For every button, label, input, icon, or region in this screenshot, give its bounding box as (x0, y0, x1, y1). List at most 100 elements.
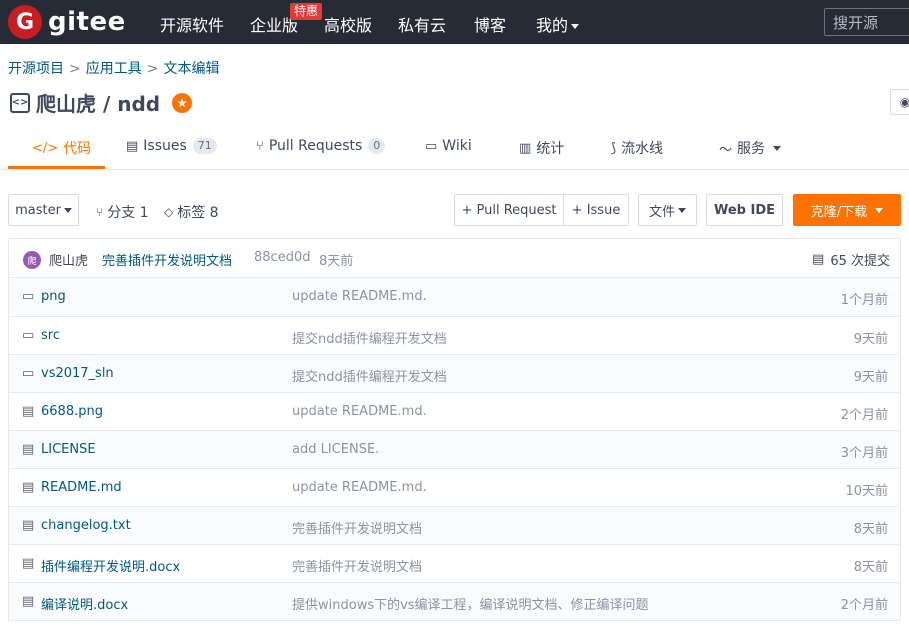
file-menu-button[interactable]: 文件 (638, 194, 697, 226)
table-row[interactable]: ▤ changelog.txt 完善插件开发说明文档 8天前 (9, 506, 900, 544)
file-commit-message[interactable]: 完善插件开发说明文档 (292, 518, 422, 537)
file-commit-message[interactable]: update README.md. (292, 480, 427, 495)
file-name[interactable]: png (41, 289, 66, 304)
table-row[interactable]: ▤ 6688.png update README.md. 2个月前 (9, 392, 900, 430)
latest-commit-bar: 爬 爬山虎 完善插件开发说明文档 88ced0d 8天前 ▤ 65 次提交 (8, 238, 901, 278)
file-name[interactable]: README.md (41, 480, 122, 495)
file-time: 2个月前 (840, 598, 888, 613)
stats-icon: ▥ (519, 140, 532, 156)
branch-select-label: master (15, 202, 61, 218)
file-commit-message[interactable]: add LICENSE. (292, 442, 379, 457)
avatar[interactable]: 爬 (23, 251, 41, 269)
breadcrumb-item-app-tools[interactable]: 应用工具 (86, 61, 142, 77)
tag-icon: ◇ (164, 205, 174, 219)
table-row[interactable]: ▤ 插件编程开发说明.docx 完善插件开发说明文档 8天前 (9, 544, 900, 582)
eye-icon: ◉ (899, 95, 909, 109)
new-issue-button[interactable]: + Issue (563, 194, 629, 226)
nav-open-source[interactable]: 开源软件 (160, 12, 224, 36)
issues-count-badge: 71 (192, 138, 217, 154)
tab-issues[interactable]: ▤ Issues 71 (126, 138, 217, 154)
file-commit-message[interactable]: 提交ndd插件编程开发文档 (292, 328, 447, 347)
commit-count-label: 65 次提交 (830, 254, 890, 269)
file-name[interactable]: 插件编程开发说明.docx (41, 556, 180, 575)
tab-pipeline-label: 流水线 (621, 141, 664, 157)
folder-icon: ▭ (22, 289, 35, 304)
commit-time: 8天前 (319, 254, 354, 269)
tags-link[interactable]: ◇ 标签 8 (164, 202, 219, 222)
service-icon: 〜 (719, 142, 733, 158)
top-nav: G gitee 开源软件 企业版 特惠 高校版 私有云 博客 我的 搜开源 (0, 0, 909, 44)
file-icon: ▤ (22, 556, 35, 571)
tab-pipeline[interactable]: ⟆ 流水线 (611, 138, 663, 158)
wiki-icon: ▭ (425, 138, 438, 154)
table-row[interactable]: ▭ png update README.md. 1个月前 (9, 278, 900, 316)
tab-service[interactable]: 〜服务 (719, 138, 782, 158)
file-list: ▭ png update README.md. 1个月前 ▭ src 提交ndd插件编程开发… (8, 278, 901, 621)
breadcrumb-item-text-editing[interactable]: 文本编辑 (163, 61, 219, 77)
tags-label-text: 标签 8 (177, 205, 219, 221)
award-icon[interactable]: ★ (172, 92, 193, 113)
folder-icon: ▭ (22, 366, 35, 381)
clone-download-button[interactable]: 克隆/下载 (793, 194, 901, 226)
tab-stats-label: 统计 (536, 141, 565, 157)
code-icon: </> (32, 140, 59, 156)
gitee-logo[interactable]: G gitee (8, 5, 126, 39)
chevron-down-icon (773, 145, 782, 151)
file-name[interactable]: LICENSE (41, 442, 96, 457)
tab-pull-requests[interactable]: ⑂ Pull Requests 0 (256, 138, 386, 154)
table-row[interactable]: ▭ src 提交ndd插件编程开发文档 9天前 (9, 316, 900, 354)
branch-select[interactable]: master (8, 194, 79, 226)
file-commit-message[interactable]: 完善插件开发说明文档 (292, 556, 422, 575)
commit-sha[interactable]: 88ced0d (254, 250, 310, 265)
nav-mine[interactable]: 我的 (536, 12, 580, 36)
pipeline-icon: ⟆ (611, 140, 617, 156)
table-row[interactable]: ▤ README.md update README.md. 10天前 (9, 468, 900, 506)
active-tab-indicator (8, 166, 105, 169)
pull-request-icon: ⑂ (256, 138, 264, 154)
tab-service-label: 服务 (737, 141, 766, 157)
table-row[interactable]: ▤ LICENSE add LICENSE. 3个月前 (9, 430, 900, 468)
nav-education[interactable]: 高校版 (324, 12, 372, 36)
web-ide-button[interactable]: Web IDE (706, 194, 783, 226)
file-icon: ▤ (22, 404, 35, 419)
file-icon: ▤ (22, 480, 35, 495)
commit-history-icon: ▤ (812, 252, 825, 267)
file-name[interactable]: 6688.png (41, 404, 103, 419)
file-time: 1个月前 (840, 293, 888, 308)
table-row[interactable]: ▤ 编译说明.docx 提供windows下的vs编译工程，编译说明文档、修正编译问… (9, 582, 900, 620)
file-icon: ▤ (22, 518, 35, 533)
file-name[interactable]: 编译说明.docx (41, 594, 128, 613)
file-name[interactable]: changelog.txt (41, 518, 131, 533)
commit-author[interactable]: 爬山虎 (49, 250, 88, 269)
table-row[interactable]: ▭ vs2017_sln 提交ndd插件编程开发文档 9天前 (9, 354, 900, 392)
search-input[interactable]: 搜开源 (824, 8, 909, 36)
file-menu-label: 文件 (648, 204, 675, 220)
chevron-down-icon (571, 24, 580, 29)
file-time: 8天前 (853, 522, 888, 537)
new-pull-request-button[interactable]: + Pull Request (454, 194, 564, 226)
file-name[interactable]: vs2017_sln (41, 366, 114, 381)
breadcrumb-separator: > (146, 61, 159, 77)
watch-button[interactable]: ◉ (890, 89, 909, 115)
file-time: 3个月前 (840, 446, 888, 461)
file-commit-message[interactable]: 提交ndd插件编程开发文档 (292, 366, 447, 385)
branches-link[interactable]: ⑂ 分支 1 (96, 202, 149, 222)
file-icon: ▤ (22, 594, 35, 609)
breadcrumb-item-open-source[interactable]: 开源项目 (8, 61, 64, 77)
file-name[interactable]: src (41, 328, 60, 343)
tab-stats[interactable]: ▥ 统计 (519, 138, 564, 158)
nav-blog[interactable]: 博客 (474, 12, 506, 36)
chevron-down-icon (63, 207, 72, 213)
commit-count-link[interactable]: ▤ 65 次提交 (812, 250, 890, 269)
file-time: 8天前 (853, 560, 888, 575)
tab-code[interactable]: </> 代码 (32, 138, 91, 158)
tab-wiki[interactable]: ▭ Wiki (425, 138, 472, 154)
file-commit-message[interactable]: update README.md. (292, 404, 427, 419)
file-commit-message[interactable]: 提供windows下的vs编译工程，编译说明文档、修正编译问题 (292, 594, 649, 613)
nav-private-cloud[interactable]: 私有云 (398, 12, 446, 36)
gitee-logo-text: gitee (48, 7, 126, 37)
file-commit-message[interactable]: update README.md. (292, 289, 427, 304)
commit-message[interactable]: 完善插件开发说明文档 (102, 250, 232, 269)
repo-title[interactable]: 爬山虎 / ndd (36, 88, 160, 117)
gitee-logo-icon: G (8, 5, 42, 39)
